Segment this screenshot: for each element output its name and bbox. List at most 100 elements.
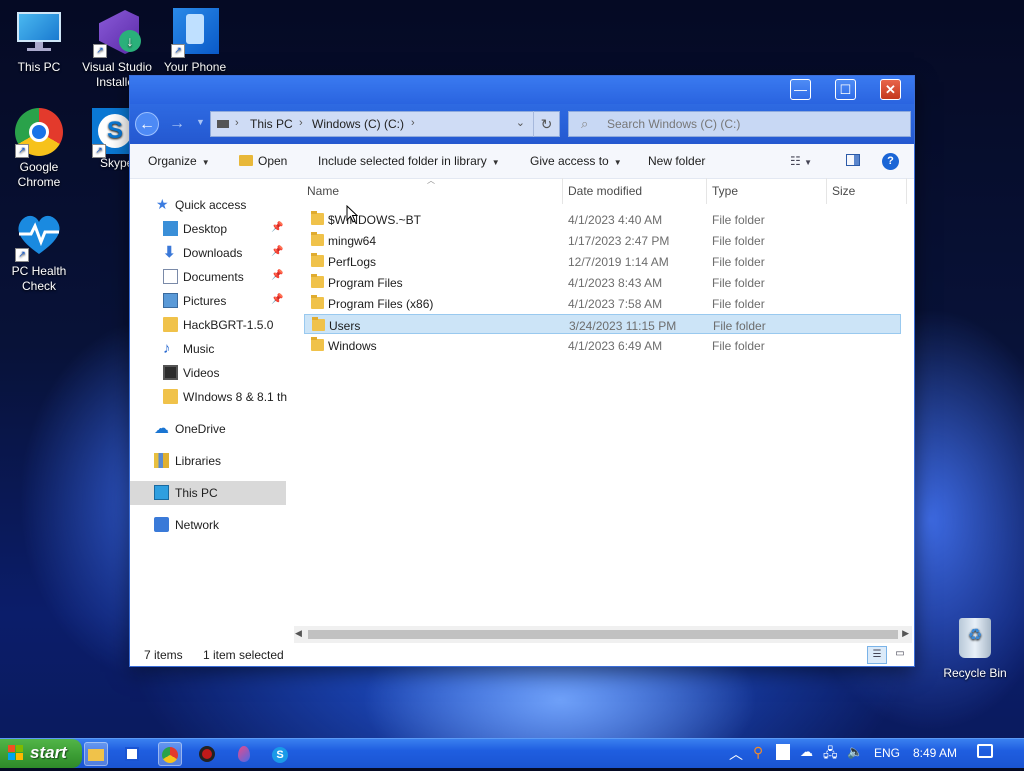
volume-icon[interactable]: 🔈 xyxy=(847,744,863,760)
nav-windows-8-folder[interactable]: WIndows 8 & 8.1 th xyxy=(130,385,287,409)
nav-label: Desktop xyxy=(183,222,228,236)
nav-documents[interactable]: Documents 📌 xyxy=(130,265,286,289)
desktop-icon-google-chrome[interactable]: ↗ Google Chrome xyxy=(0,108,78,190)
nav-libraries[interactable]: Libraries xyxy=(130,449,286,473)
nav-label: Quick access xyxy=(175,198,247,212)
desktop-icon-label: PC Health Check xyxy=(11,264,67,293)
breadcrumb-this-pc[interactable]: This PC xyxy=(250,117,293,131)
desktop-icon-label: Skype xyxy=(100,156,132,170)
nav-music[interactable]: ♪ Music xyxy=(130,337,286,361)
desktop-icon-pc-health-check[interactable]: ↗ PC Health Check xyxy=(0,212,78,294)
start-button[interactable]: start xyxy=(0,739,82,768)
file-row[interactable]: PerfLogs 12/7/2019 1:14 AM File folder xyxy=(304,251,901,271)
file-date: 4/1/2023 8:43 AM xyxy=(568,276,663,290)
scroll-left-icon[interactable]: ◀ xyxy=(295,628,302,639)
chevron-down-icon: ▼ xyxy=(201,158,210,167)
include-in-library-button[interactable]: Include selected folder in library ▼ xyxy=(318,154,500,168)
file-explorer-window: — ☐ ✕ ← → ▼ › This PC › Windows (C) (C:)… xyxy=(130,76,914,666)
pin-icon[interactable]: 📌 xyxy=(271,222,283,233)
desktop-icon-your-phone[interactable]: ↗ Your Phone xyxy=(156,8,234,75)
file-row[interactable]: mingw64 1/17/2023 2:47 PM File folder xyxy=(304,230,901,250)
maximize-button[interactable]: ☐ xyxy=(835,79,856,100)
address-dropdown-icon[interactable]: ⌄ xyxy=(516,116,525,129)
nav-this-pc[interactable]: This PC xyxy=(130,481,286,505)
organize-button[interactable]: Organize ▼ xyxy=(148,154,210,168)
visual-studio-icon: ↓ ↗ xyxy=(93,8,141,58)
chrome-taskbar-icon[interactable] xyxy=(158,742,182,766)
horizontal-scrollbar[interactable]: ◀ ▶ xyxy=(294,626,912,643)
preview-pane-icon[interactable] xyxy=(846,154,860,166)
input-language[interactable]: ENG xyxy=(874,746,900,760)
new-folder-button[interactable]: New folder xyxy=(648,154,705,168)
give-access-button[interactable]: Give access to ▼ xyxy=(530,154,622,168)
nav-downloads[interactable]: ⬇ Downloads 📌 xyxy=(130,241,286,265)
security-shield-icon[interactable] xyxy=(776,744,790,760)
file-row[interactable]: Program Files (x86) 4/1/2023 7:58 AM File … xyxy=(304,293,901,313)
notifications-icon[interactable] xyxy=(977,744,993,758)
video-film-icon xyxy=(163,365,178,380)
file-row-selected[interactable]: Users 3/24/2023 11:15 PM File folder xyxy=(304,314,901,334)
store-taskbar-icon[interactable] xyxy=(120,742,144,766)
clock[interactable]: 8:49 AM xyxy=(913,746,957,760)
cloud-sync-icon[interactable]: ☁ xyxy=(800,744,813,760)
column-divider[interactable] xyxy=(826,178,827,204)
minimize-button[interactable]: — xyxy=(790,79,811,100)
nav-quick-access[interactable]: ★ Quick access xyxy=(130,193,286,217)
folder-icon xyxy=(311,274,324,288)
open-button[interactable]: Open xyxy=(239,154,287,168)
column-header-type[interactable]: Type xyxy=(712,178,738,204)
desktop-icon-recycle-bin[interactable]: ♻ Recycle Bin xyxy=(936,614,1014,681)
close-button[interactable]: ✕ xyxy=(880,79,901,100)
back-arrow-icon[interactable]: ← xyxy=(135,112,159,136)
address-bar[interactable]: › This PC › Windows (C) (C:) › ⌄ xyxy=(210,111,560,137)
column-header-name[interactable]: Name xyxy=(307,178,339,204)
network-icon xyxy=(154,517,169,532)
column-divider[interactable] xyxy=(906,178,907,204)
scroll-right-icon[interactable]: ▶ xyxy=(902,628,909,639)
refresh-icon[interactable]: ↻ xyxy=(533,111,559,137)
pin-icon[interactable]: 📌 xyxy=(271,294,283,305)
file-row[interactable]: $WINDOWS.~BT 4/1/2023 4:40 AM File folder xyxy=(304,209,901,229)
breadcrumb-chevron-icon: › xyxy=(299,117,303,129)
desktop-icon-skype[interactable]: S ↗ Skype xyxy=(92,108,132,171)
file-explorer-taskbar-icon[interactable] xyxy=(84,742,108,766)
desktop-icon-this-pc[interactable]: This PC xyxy=(0,8,78,75)
nav-network[interactable]: Network xyxy=(130,513,286,537)
pin-icon[interactable]: 📌 xyxy=(271,246,283,257)
file-type: File folder xyxy=(713,319,766,333)
forward-arrow-icon[interactable]: → xyxy=(165,112,189,136)
sort-ascending-icon: ︿ xyxy=(427,176,435,185)
search-tray-icon[interactable]: ⚲ xyxy=(753,744,763,761)
paint-drop-taskbar-icon[interactable] xyxy=(232,742,256,766)
file-row[interactable]: Windows 4/1/2023 6:49 AM File folder xyxy=(304,335,901,355)
file-row[interactable]: Program Files 4/1/2023 8:43 AM File folder xyxy=(304,272,901,292)
pin-icon[interactable]: 📌 xyxy=(271,270,283,281)
details-view-icon[interactable]: ☰ xyxy=(867,646,887,664)
breadcrumb-windows-c[interactable]: Windows (C) (C:) xyxy=(312,117,404,131)
nav-onedrive[interactable]: ☁ OneDrive xyxy=(130,417,286,441)
file-date: 3/24/2023 11:15 PM xyxy=(569,319,677,333)
column-header-date[interactable]: Date modified xyxy=(568,178,642,204)
file-date: 12/7/2019 1:14 AM xyxy=(568,255,669,269)
media-player-taskbar-icon[interactable] xyxy=(195,742,219,766)
file-name: Windows xyxy=(328,339,377,353)
search-input[interactable]: ⌕ Search Windows (C) (C:) xyxy=(568,111,911,137)
scrollbar-thumb[interactable] xyxy=(308,630,898,639)
column-divider[interactable] xyxy=(706,178,707,204)
skype-taskbar-icon[interactable]: S xyxy=(268,742,292,766)
help-icon[interactable]: ? xyxy=(882,153,899,170)
column-divider[interactable] xyxy=(562,178,563,204)
recent-locations-chevron-icon[interactable]: ▼ xyxy=(196,117,205,127)
nav-pictures[interactable]: Pictures 📌 xyxy=(130,289,286,313)
drive-icon xyxy=(217,120,229,128)
large-icons-view-icon[interactable]: ▭ xyxy=(891,646,909,664)
title-bar[interactable]: — ☐ ✕ xyxy=(130,76,914,104)
nav-videos[interactable]: Videos xyxy=(130,361,286,385)
network-status-icon[interactable]: 🖧 xyxy=(823,744,838,766)
show-hidden-icons-chevron-icon[interactable]: ︿ xyxy=(729,744,743,764)
column-header-size[interactable]: Size xyxy=(832,178,855,204)
change-view-icon[interactable]: ☷ ▼ xyxy=(790,154,812,168)
nav-hackbgrt[interactable]: HackBGRT-1.5.0 xyxy=(130,313,286,337)
mouse-cursor-icon xyxy=(346,205,358,223)
nav-desktop[interactable]: Desktop 📌 xyxy=(130,217,286,241)
